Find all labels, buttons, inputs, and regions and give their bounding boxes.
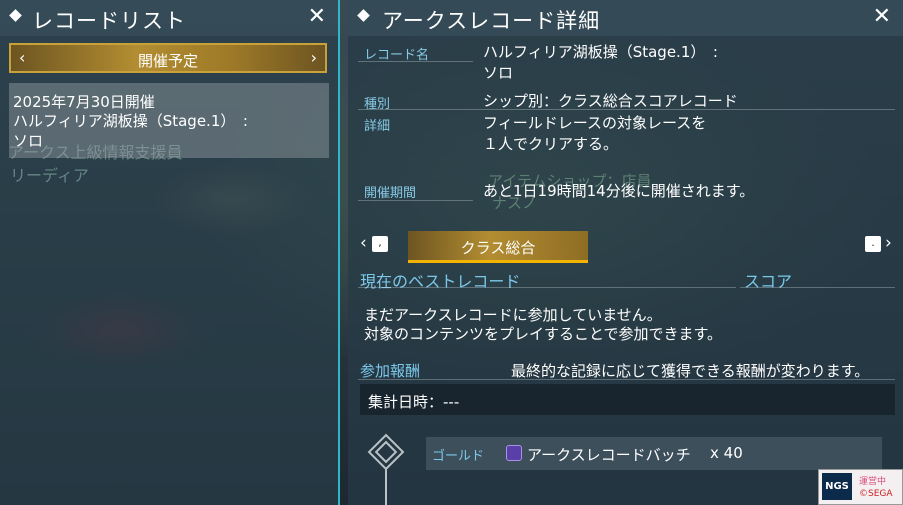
rank-diamond-icon bbox=[367, 433, 405, 505]
detail-label: 詳細 bbox=[364, 119, 391, 134]
record-mode: ソロ bbox=[13, 132, 44, 150]
tally-date-bar: 集計日時：--- bbox=[360, 384, 895, 415]
reward-label: 参加報酬 bbox=[360, 362, 421, 380]
tab-next-arrow[interactable]: › bbox=[311, 48, 317, 67]
tab-class-overall-label: クラス総合 bbox=[460, 239, 536, 257]
logo-text-1: 運営中 bbox=[859, 477, 887, 487]
logo-text-2: ©SEGA bbox=[859, 489, 893, 499]
record-detail-title: アークスレコード詳細 bbox=[382, 9, 601, 33]
record-date: 2025年7月30日開催 bbox=[13, 93, 155, 111]
chevron-left-icon[interactable]: ‹ bbox=[360, 233, 367, 253]
active-tab-underline bbox=[408, 260, 588, 263]
detail-line1: フィールドレースの対象レースを bbox=[483, 114, 707, 132]
record-list-item[interactable]: 2025年7月30日開催 ハルフィリア湖板操（Stage.1） : ソロ bbox=[9, 83, 329, 158]
record-name-line1: ハルフィリア湖板操（Stage.1） : bbox=[483, 43, 718, 61]
record-detail-panel: アークスレコード詳細 ✕ レコード名 ハルフィリア湖板操（Stage.1） : … bbox=[348, 0, 903, 505]
reward-row[interactable]: ゴールド アークスレコードバッチ x 40 bbox=[426, 437, 882, 470]
divider bbox=[358, 287, 736, 288]
no-participation-line2: 対象のコンテンツをプレイすることで参加できます。 bbox=[364, 325, 723, 343]
reward-rank: ゴールド bbox=[432, 449, 485, 464]
tab-label: 開催予定 bbox=[137, 52, 198, 70]
divider bbox=[358, 200, 473, 201]
close-icon[interactable]: ✕ bbox=[873, 4, 891, 30]
divider bbox=[740, 287, 895, 288]
period-label: 開催期間 bbox=[364, 186, 417, 201]
diamond-icon bbox=[9, 9, 22, 22]
divider bbox=[358, 379, 895, 380]
chevron-right-icon[interactable]: › bbox=[885, 233, 892, 253]
tally-date: 集計日時：--- bbox=[368, 393, 460, 411]
divider bbox=[358, 109, 895, 110]
tab-class-overall[interactable]: クラス総合 bbox=[408, 231, 588, 261]
reward-quantity: x 40 bbox=[710, 444, 743, 462]
game-logo: NGS 運営中 ©SEGA bbox=[818, 469, 903, 505]
record-list-panel: レコードリスト ✕ ‹ 開催予定 › アークス上級情報支援員 リーディア 202… bbox=[0, 0, 340, 505]
score-label: スコア bbox=[744, 272, 793, 291]
divider bbox=[358, 61, 473, 62]
ngs-badge: NGS bbox=[822, 473, 852, 500]
key-period-icon: . bbox=[865, 236, 881, 252]
record-name: ハルフィリア湖板操（Stage.1） : bbox=[13, 112, 248, 130]
record-list-titlebar: レコードリスト ✕ bbox=[0, 0, 338, 36]
record-name-line2: ソロ bbox=[483, 64, 514, 82]
badge-icon bbox=[506, 445, 522, 461]
detail-line2: １人でクリアする。 bbox=[483, 135, 619, 153]
background-npc-subname: リーディア bbox=[10, 166, 89, 185]
best-record-label: 現在のベストレコード bbox=[360, 272, 521, 291]
type-value: シップ別：クラス総合スコアレコード bbox=[483, 92, 738, 110]
close-icon[interactable]: ✕ bbox=[308, 4, 326, 30]
diamond-icon bbox=[357, 9, 370, 22]
record-detail-titlebar: アークスレコード詳細 ✕ bbox=[348, 0, 903, 36]
reward-item: アークスレコードバッチ bbox=[527, 446, 691, 464]
key-comma-icon: , bbox=[372, 236, 388, 252]
period-value: あと1日19時間14分後に開催されます。 bbox=[483, 182, 755, 200]
schedule-tab[interactable]: ‹ 開催予定 › bbox=[9, 43, 327, 73]
record-list-title: レコードリスト bbox=[32, 9, 186, 33]
reward-note: 最終的な記録に応じて獲得できる報酬が変わります。 bbox=[511, 362, 870, 380]
no-participation-line1: まだアークスレコードに参加していません。 bbox=[364, 306, 662, 324]
